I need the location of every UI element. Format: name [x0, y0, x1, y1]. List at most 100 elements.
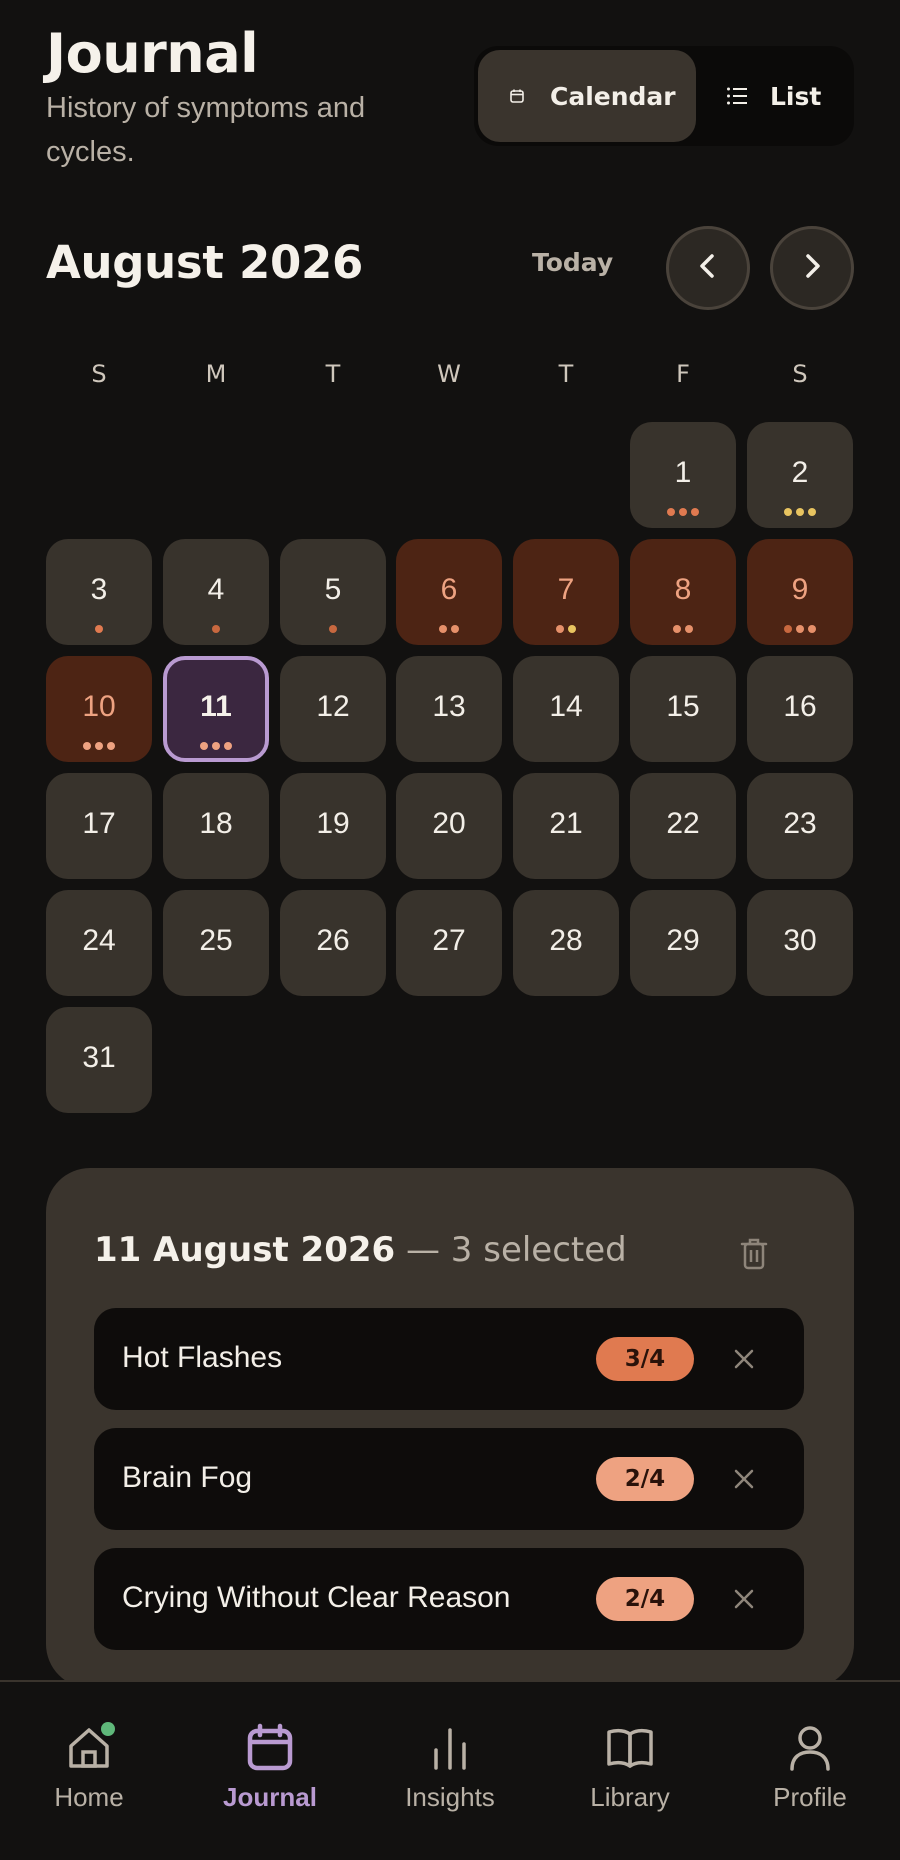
- symptom-dot: [808, 625, 816, 633]
- day-number: 24: [82, 924, 116, 957]
- symptom-dot: [784, 508, 792, 516]
- nav-profile[interactable]: Profile: [735, 1722, 885, 1813]
- calendar-day[interactable]: 13: [396, 656, 502, 762]
- day-number: 5: [324, 573, 342, 606]
- symptom-entry[interactable]: Hot Flashes 3/4: [94, 1308, 804, 1410]
- calendar-day[interactable]: 27: [396, 890, 502, 996]
- calendar-day[interactable]: 5: [280, 539, 386, 645]
- symptom-dots: [280, 625, 386, 633]
- calendar-day[interactable]: 9: [747, 539, 853, 645]
- calendar-day[interactable]: 30: [747, 890, 853, 996]
- calendar-day[interactable]: 6: [396, 539, 502, 645]
- calendar-day[interactable]: 8: [630, 539, 736, 645]
- remove-symptom-button[interactable]: [724, 1579, 764, 1619]
- calendar-day[interactable]: 14: [513, 656, 619, 762]
- calendar-day[interactable]: 28: [513, 890, 619, 996]
- symptom-dot: [673, 625, 681, 633]
- weekday-label: T: [325, 360, 341, 388]
- nav-insights[interactable]: Insights: [375, 1722, 525, 1813]
- day-number: 4: [207, 573, 225, 606]
- day-number: 14: [549, 690, 583, 723]
- weekday-label: T: [558, 360, 574, 388]
- symptom-dot: [808, 508, 816, 516]
- calendar-day[interactable]: 19: [280, 773, 386, 879]
- symptom-dot: [224, 742, 232, 750]
- calendar-day[interactable]: 3: [46, 539, 152, 645]
- calendar-day[interactable]: 12: [280, 656, 386, 762]
- day-number: 17: [82, 807, 116, 840]
- symptom-entry[interactable]: Brain Fog 2/4: [94, 1428, 804, 1530]
- day-number: 23: [783, 807, 817, 840]
- day-number: 21: [549, 807, 583, 840]
- day-number: 28: [549, 924, 583, 957]
- notification-dot: [101, 1722, 115, 1736]
- day-number: 19: [316, 807, 350, 840]
- calendar-day[interactable]: 25: [163, 890, 269, 996]
- day-number: 26: [316, 924, 350, 957]
- symptom-dot: [329, 625, 337, 633]
- symptom-entry[interactable]: Crying Without Clear Reason 2/4: [94, 1548, 804, 1650]
- symptom-dots: [163, 625, 269, 633]
- remove-symptom-button[interactable]: [724, 1459, 764, 1499]
- calendar-day[interactable]: 1: [630, 422, 736, 528]
- calendar-day[interactable]: 7: [513, 539, 619, 645]
- calendar-day[interactable]: 22: [630, 773, 736, 879]
- remove-symptom-button[interactable]: [724, 1339, 764, 1379]
- day-number: 6: [440, 573, 458, 606]
- day-number: 13: [432, 690, 466, 723]
- nav-library[interactable]: Library: [555, 1722, 705, 1813]
- trash-icon: [738, 1238, 770, 1276]
- page-title: Journal: [46, 22, 259, 85]
- calendar-view-button[interactable]: Calendar: [478, 50, 696, 142]
- close-icon: [734, 1349, 754, 1369]
- calendar-day[interactable]: 4: [163, 539, 269, 645]
- severity-badge: 3/4: [596, 1337, 694, 1381]
- calendar-day[interactable]: 10: [46, 656, 152, 762]
- list-view-button[interactable]: List: [702, 50, 850, 142]
- symptom-dots: [46, 625, 152, 633]
- symptom-dot: [439, 625, 447, 633]
- symptom-dot: [95, 742, 103, 750]
- symptom-name: Hot Flashes: [122, 1341, 283, 1374]
- symptom-dot: [568, 625, 576, 633]
- next-month-button[interactable]: [770, 226, 854, 310]
- symptom-name: Brain Fog: [122, 1461, 253, 1494]
- symptom-dot: [667, 508, 675, 516]
- previous-month-button[interactable]: [666, 226, 750, 310]
- calendar-day[interactable]: 17: [46, 773, 152, 879]
- day-number: 10: [82, 690, 116, 723]
- calendar-day[interactable]: 24: [46, 890, 152, 996]
- list-icon: [722, 81, 752, 111]
- calendar-day-selected[interactable]: 11: [163, 656, 269, 762]
- calendar-day[interactable]: 23: [747, 773, 853, 879]
- nav-journal[interactable]: Journal: [195, 1722, 345, 1813]
- chevron-left-icon: [696, 251, 720, 286]
- delete-entries-button[interactable]: [738, 1236, 774, 1276]
- weekday-label: S: [792, 360, 808, 388]
- calendar-day[interactable]: 29: [630, 890, 736, 996]
- chevron-right-icon: [800, 251, 824, 286]
- symptom-dots: [630, 508, 736, 516]
- symptom-dots: [747, 508, 853, 516]
- calendar-day[interactable]: 16: [747, 656, 853, 762]
- calendar-day[interactable]: 18: [163, 773, 269, 879]
- header: Journal History of symptoms and cycles.: [46, 24, 386, 174]
- day-number: 9: [791, 573, 809, 606]
- day-detail-panel: 11 August 2026 — 3 selected Hot Flashes …: [46, 1168, 854, 1688]
- calendar-day[interactable]: 26: [280, 890, 386, 996]
- calendar-icon: [244, 1722, 296, 1774]
- day-number: 27: [432, 924, 466, 957]
- calendar-day[interactable]: 31: [46, 1007, 152, 1113]
- today-button[interactable]: Today: [532, 248, 613, 277]
- day-number: 30: [783, 924, 817, 957]
- calendar-day[interactable]: 21: [513, 773, 619, 879]
- symptom-dot: [556, 625, 564, 633]
- day-number: 1: [674, 456, 692, 489]
- list-view-label: List: [770, 81, 822, 111]
- calendar-day[interactable]: 2: [747, 422, 853, 528]
- calendar-day[interactable]: 15: [630, 656, 736, 762]
- nav-home[interactable]: Home: [14, 1722, 164, 1813]
- symptom-dot: [784, 625, 792, 633]
- day-number: 22: [666, 807, 700, 840]
- calendar-day[interactable]: 20: [396, 773, 502, 879]
